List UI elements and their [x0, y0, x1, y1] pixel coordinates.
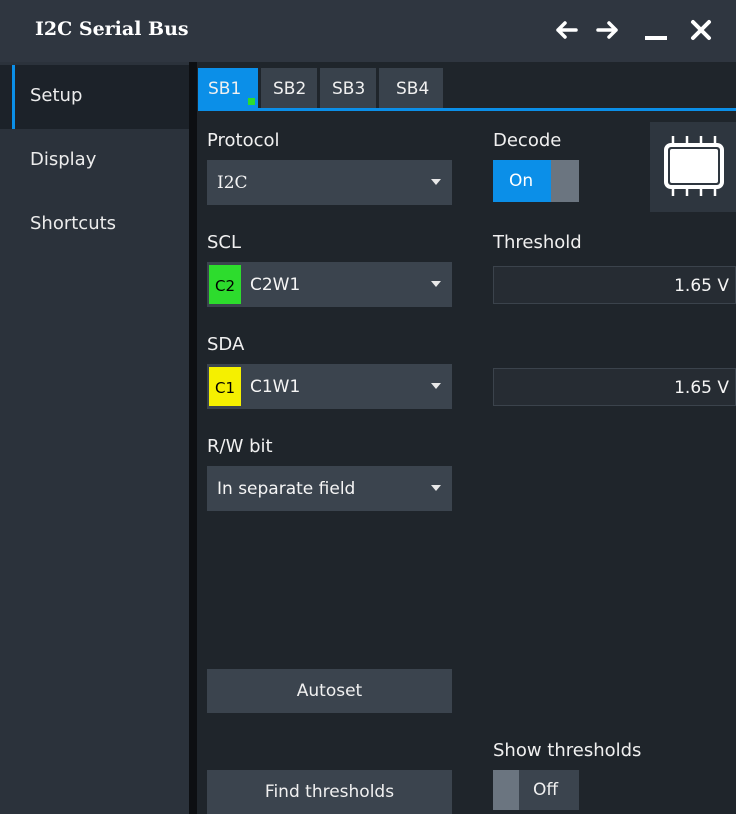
tab-sb3[interactable]: SB3 [320, 68, 376, 108]
chevron-down-icon [431, 179, 441, 185]
scl-value: C2W1 [250, 275, 301, 295]
find-thresholds-label: Find thresholds [264, 782, 395, 802]
sda-channel-chip: C1 [209, 367, 241, 406]
tab-sb4[interactable]: SB4 [379, 68, 443, 108]
protocol-label: Protocol [207, 130, 280, 151]
find-thresholds-button[interactable]: Find thresholds [207, 770, 452, 814]
tab-sb1[interactable]: SB1 [198, 68, 258, 108]
threshold-label: Threshold [493, 232, 582, 253]
sidebar-item-label: Display [30, 149, 97, 170]
scl-dropdown[interactable]: C2 C2W1 [207, 262, 452, 307]
rw-bit-value: In separate field [217, 479, 356, 499]
scl-channel-chip: C2 [209, 265, 241, 304]
tab-label: SB3 [332, 79, 366, 99]
protocol-dropdown[interactable]: I2C [207, 160, 452, 205]
sda-threshold-value: 1.65 V [674, 378, 729, 398]
show-thresholds-state: Off [533, 780, 559, 800]
autoset-label: Autoset [296, 681, 363, 701]
window-title: I2C Serial Bus [35, 18, 189, 40]
rw-bit-dropdown[interactable]: In separate field [207, 466, 452, 511]
minimize-icon[interactable] [640, 14, 672, 46]
chevron-down-icon [431, 485, 441, 491]
show-thresholds-toggle[interactable]: Off [493, 770, 579, 810]
panel-divider[interactable] [189, 62, 197, 814]
title-bar: I2C Serial Bus [0, 0, 736, 62]
tab-label: SB2 [273, 79, 307, 99]
show-thresholds-label: Show thresholds [493, 740, 642, 761]
chip-icon-button[interactable] [650, 122, 736, 212]
tab-label: SB1 [208, 79, 242, 99]
sidebar-item-label: Setup [30, 85, 83, 106]
sda-threshold-field[interactable]: 1.65 V [493, 368, 736, 406]
scl-threshold-field[interactable]: 1.65 V [493, 266, 736, 304]
active-indicator [12, 65, 15, 129]
toggle-knob [551, 160, 579, 202]
protocol-value: I2C [217, 173, 248, 193]
sidebar-item-setup[interactable]: Setup [0, 65, 189, 129]
close-icon[interactable] [685, 14, 717, 46]
tab-label: SB4 [396, 79, 430, 99]
active-bus-indicator [248, 98, 255, 105]
toggle-knob [493, 770, 519, 810]
decode-state: On [509, 171, 534, 191]
sidebar-item-display[interactable]: Display [0, 129, 189, 193]
chevron-down-icon [431, 281, 441, 287]
scl-label: SCL [207, 232, 242, 253]
autoset-button[interactable]: Autoset [207, 669, 452, 713]
sidebar-item-label: Shortcuts [30, 213, 117, 234]
chevron-down-icon [431, 383, 441, 389]
sda-channel-label: C1 [215, 379, 236, 397]
arrow-left-icon[interactable] [550, 14, 582, 46]
chip-icon [664, 136, 724, 196]
toggle-on-area: On [493, 160, 551, 202]
sda-value: C1W1 [250, 377, 301, 397]
tab-underline [198, 108, 736, 111]
decode-toggle[interactable]: On [493, 160, 579, 202]
sidebar: Setup Display Shortcuts [0, 62, 189, 814]
decode-label: Decode [493, 130, 562, 151]
scl-channel-label: C2 [215, 277, 236, 295]
tab-sb2[interactable]: SB2 [261, 68, 317, 108]
sda-label: SDA [207, 334, 245, 355]
sda-dropdown[interactable]: C1 C1W1 [207, 364, 452, 409]
toggle-off-area: Off [519, 770, 579, 810]
scl-threshold-value: 1.65 V [674, 276, 729, 296]
rw-bit-label: R/W bit [207, 436, 273, 457]
sidebar-item-shortcuts[interactable]: Shortcuts [0, 193, 189, 257]
arrow-right-icon[interactable] [592, 14, 624, 46]
